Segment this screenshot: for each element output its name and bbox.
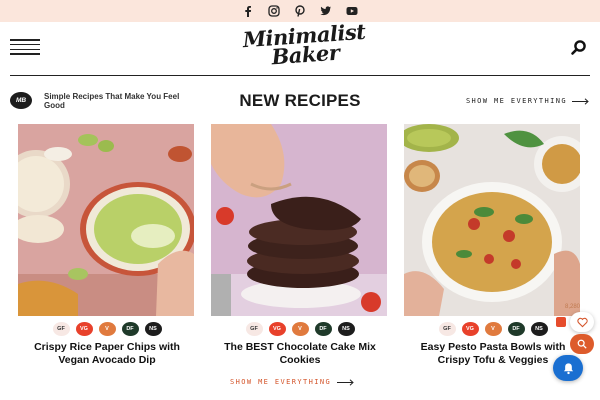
favorite-button[interactable] [570,312,594,332]
arrow-right-icon [572,97,589,105]
recipe-card: GF VG V DF NS The BEST Chocolate Cake Mi… [211,124,389,366]
search-icon [577,339,587,349]
tagline: Simple Recipes That Make You Feel Good [44,92,180,110]
tag-vegan[interactable]: VG [268,322,286,336]
tag-gluten-free[interactable]: GF [245,322,263,336]
recipe-card: GF VG V DF NS Crispy Rice Paper Chips wi… [18,124,196,366]
facebook-icon[interactable] [241,4,255,18]
search-floating-button[interactable] [570,334,594,354]
tag-gluten-free[interactable]: GF [438,322,456,336]
section-title: NEW RECIPES [239,91,361,110]
twitter-icon[interactable] [319,4,333,18]
tag-vegan[interactable]: VG [75,322,93,336]
saves-tab[interactable] [556,317,566,327]
notification-button[interactable] [553,355,583,381]
social-bar [0,0,600,22]
pinterest-icon[interactable] [293,4,307,18]
tag-vegetarian[interactable]: V [98,322,116,336]
show-me-everything-label: SHOW ME EVERYTHING [465,97,567,105]
search-icon[interactable] [570,39,588,57]
recipe-image-rice-paper-chips[interactable] [18,124,194,316]
heart-icon [576,317,588,327]
recipe-image-chocolate-cookies[interactable] [211,124,387,316]
tag-dairy-free[interactable]: DF [121,322,139,336]
arrow-right-icon [337,378,354,386]
tag-dairy-free[interactable]: DF [507,322,525,336]
tag-nut-free[interactable]: NS [337,322,355,336]
recipe-image-pesto-pasta[interactable] [404,124,580,316]
tag-gluten-free[interactable]: GF [52,322,70,336]
section-header: MB Simple Recipes That Make You Feel Goo… [10,88,590,114]
bell-icon [563,362,573,374]
tag-nut-free[interactable]: NS [530,322,548,336]
diet-tags: GF VG V DF NS [211,322,389,336]
save-count: 8,280 [565,304,581,310]
diet-tags: GF VG V DF NS [18,322,196,336]
recipe-title[interactable]: The BEST Chocolate Cake Mix Cookies [211,341,389,366]
tag-vegan[interactable]: VG [461,322,479,336]
site-logo[interactable]: Minimalist Baker [229,19,382,77]
site-header: Minimalist Baker [10,19,590,77]
recipe-card: GF VG V DF NS Easy Pesto Pasta Bowls wit… [404,124,582,366]
show-me-everything-bottom-link[interactable]: SHOW ME EVERYTHING [230,378,355,386]
tag-vegetarian[interactable]: V [291,322,309,336]
brand-badge: MB [10,92,32,109]
tag-nut-free[interactable]: NS [144,322,162,336]
instagram-icon[interactable] [267,4,281,18]
tag-dairy-free[interactable]: DF [314,322,332,336]
menu-icon[interactable] [10,39,40,55]
tag-vegetarian[interactable]: V [484,322,502,336]
show-me-everything-label: SHOW ME EVERYTHING [230,378,332,386]
recipe-title[interactable]: Crispy Rice Paper Chips with Vegan Avoca… [18,341,196,366]
show-me-everything-link[interactable]: SHOW ME EVERYTHING [466,97,590,105]
youtube-icon[interactable] [345,4,359,18]
